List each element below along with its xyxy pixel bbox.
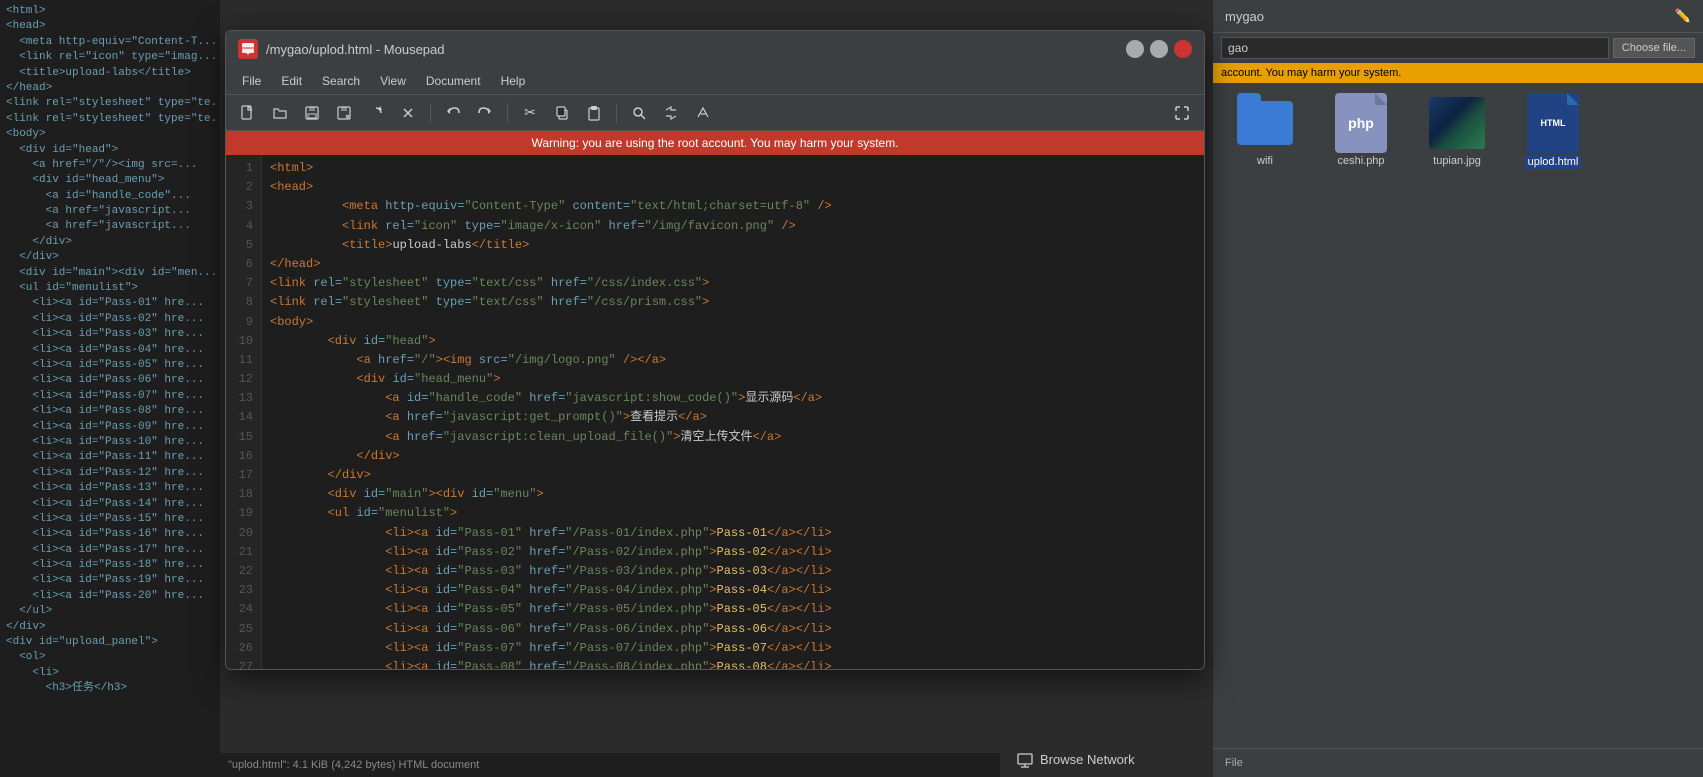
code-line-4: <link rel="icon" type="image/x-icon" hre… [270,217,1196,236]
file-manager-header: mygao ✏️ [1213,0,1703,33]
code-line-6: </head> [270,255,1196,274]
file-manager-toolbar: Choose file... [1213,33,1703,63]
menu-view[interactable]: View [372,71,414,91]
edit-icon[interactable]: ✏️ [1675,8,1691,24]
line-numbers: 1 2 3 4 5 6 7 8 9 10 11 12 13 14 15 16 1… [226,155,262,669]
app-icon [238,39,258,59]
code-line-24: <li><a id="Pass-05" href="/Pass-05/index… [270,600,1196,619]
code-line-22: <li><a id="Pass-03" href="/Pass-03/index… [270,562,1196,581]
code-line-21: <li><a id="Pass-02" href="/Pass-02/index… [270,543,1196,562]
new-file-button[interactable] [234,100,262,126]
current-folder-name: mygao [1225,9,1264,24]
save-file-button[interactable] [298,100,326,126]
code-line-19: <ul id="menulist"> [270,504,1196,523]
file-count-label: File [1225,757,1243,769]
browse-network-button[interactable]: Browse Network [1008,746,1143,772]
file-grid: wifi php ceshi.php tupian.jpg HTML uplod… [1213,83,1703,748]
code-line-27: <li><a id="Pass-08" href="/Pass-08/index… [270,658,1196,669]
find-button[interactable] [625,100,653,126]
browse-network-icon [1016,750,1034,768]
code-line-20: <li><a id="Pass-01" href="/Pass-01/index… [270,524,1196,543]
menu-bar: File Edit Search View Document Help [226,67,1204,95]
menu-file[interactable]: File [234,71,269,91]
file-item-uplod-html[interactable]: HTML uplod.html [1513,95,1593,169]
file-item-tupian-jpg[interactable]: tupian.jpg [1417,95,1497,169]
toolbar: ✂ [226,95,1204,131]
code-line-11: <a href="/"><img src="/img/logo.png" /><… [270,351,1196,370]
copy-button[interactable] [548,100,576,126]
code-line-14: <a href="javascript:get_prompt()">查看提示</… [270,408,1196,427]
menu-edit[interactable]: Edit [273,71,310,91]
title-bar: /mygao/uplod.html - Mousepad [226,31,1204,67]
open-file-button[interactable] [266,100,294,126]
file-manager-bottom: File [1213,748,1703,777]
root-warning-banner-panel: account. You may harm your system. [1213,63,1703,83]
address-bar[interactable] [1221,37,1609,59]
code-line-25: <li><a id="Pass-06" href="/Pass-06/index… [270,620,1196,639]
code-line-17: </div> [270,466,1196,485]
title-bar-left: /mygao/uplod.html - Mousepad [238,39,444,59]
code-editor[interactable]: 1 2 3 4 5 6 7 8 9 10 11 12 13 14 15 16 1… [226,155,1204,669]
code-line-8: <link rel="stylesheet" type="text/css" h… [270,293,1196,312]
close-button[interactable] [1174,40,1192,58]
replace-button[interactable] [657,100,685,126]
code-line-16: </div> [270,447,1196,466]
image-file-icon [1429,95,1485,151]
file-item-wifi[interactable]: wifi [1225,95,1305,169]
reload-button[interactable] [362,100,390,126]
cut-button[interactable]: ✂ [516,100,544,126]
code-line-7: <link rel="stylesheet" type="text/css" h… [270,274,1196,293]
status-text: "uplod.html": 4.1 KiB (4,242 bytes) HTML… [228,759,479,771]
fullscreen-button[interactable] [1168,100,1196,126]
file-label-wifi: wifi [1257,155,1273,167]
menu-document[interactable]: Document [418,71,489,91]
html-file-icon: HTML [1525,95,1581,151]
maximize-button[interactable] [1150,40,1168,58]
toolbar-separator-1 [430,103,431,123]
code-line-2: <head> [270,178,1196,197]
code-line-3: <meta http-equiv="Content-Type" content=… [270,197,1196,216]
paste-button[interactable] [580,100,608,126]
window-controls [1126,40,1192,58]
mousepad-app-icon-svg [241,42,255,56]
redo-button[interactable] [471,100,499,126]
folder-icon-wifi [1237,95,1293,151]
background-editor: <html> <head> <meta http-equiv="Content-… [0,0,220,777]
file-label-ceshi-php: ceshi.php [1337,155,1384,167]
toolbar-separator-2 [507,103,508,123]
browse-network-label: Browse Network [1040,752,1135,767]
code-area[interactable]: <html> <head> <meta http-equiv="Content-… [262,155,1204,669]
code-line-1: <html> [270,159,1196,178]
undo-button[interactable] [439,100,467,126]
choose-file-button[interactable]: Choose file... [1613,38,1695,58]
code-line-10: <div id="head"> [270,332,1196,351]
root-warning-bar: Warning: you are using the root account.… [226,131,1204,155]
code-line-12: <div id="head_menu"> [270,370,1196,389]
code-line-13: <a id="handle_code" href="javascript:sho… [270,389,1196,408]
file-label-tupian-jpg: tupian.jpg [1433,155,1481,167]
save-as-button[interactable] [330,100,358,126]
php-file-icon: php [1333,95,1389,151]
code-line-23: <li><a id="Pass-04" href="/Pass-04/index… [270,581,1196,600]
mousepad-window: /mygao/uplod.html - Mousepad File Edit S… [225,30,1205,670]
toolbar-separator-3 [616,103,617,123]
code-line-9: <body> [270,313,1196,332]
menu-help[interactable]: Help [493,71,534,91]
code-line-5: <title>upload-labs</title> [270,236,1196,255]
code-line-18: <div id="main"><div id="menu"> [270,485,1196,504]
window-title: /mygao/uplod.html - Mousepad [266,42,444,57]
spell-check-button[interactable] [689,100,717,126]
code-line-15: <a href="javascript:clean_upload_file()"… [270,428,1196,447]
minimize-button[interactable] [1126,40,1144,58]
file-item-ceshi-php[interactable]: php ceshi.php [1321,95,1401,169]
file-manager-panel: mygao ✏️ Choose file... account. You may… [1213,0,1703,777]
menu-search[interactable]: Search [314,71,368,91]
file-label-uplod-html: uplod.html [1525,155,1582,169]
code-line-26: <li><a id="Pass-07" href="/Pass-07/index… [270,639,1196,658]
bottom-bar: Browse Network [1000,741,1210,777]
close-tab-button[interactable] [394,100,422,126]
